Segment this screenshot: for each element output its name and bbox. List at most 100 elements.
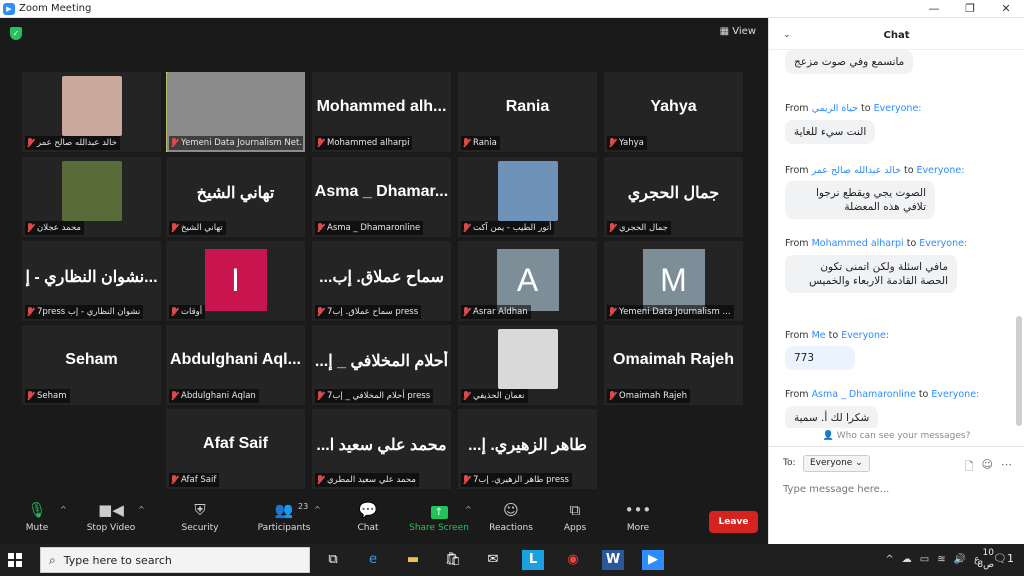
mail-icon[interactable]: ✉: [482, 550, 504, 570]
view-button[interactable]: ▦ View: [720, 26, 756, 37]
participant-tile[interactable]: Yemeni Data Journalism Net...: [166, 72, 305, 152]
file-icon[interactable]: 🗋: [965, 458, 974, 477]
participant-tile[interactable]: A Asrar Aldhan: [458, 241, 597, 321]
participant-name-label: Seham: [25, 389, 70, 403]
participant-display-name: Yahya: [650, 98, 697, 115]
participant-tile[interactable]: I أوقات: [166, 241, 305, 321]
chevron-down-icon: ⌄: [855, 458, 863, 468]
cloud-icon[interactable]: ☁: [902, 554, 912, 565]
participant-name-label: نعمان الحذيفي: [461, 389, 528, 403]
participant-tile[interactable]: M Yemeni Data Journalism ...: [604, 241, 743, 321]
zoom-taskbar-icon[interactable]: ▶: [642, 550, 664, 570]
participant-display-name: Seham: [65, 351, 118, 368]
shield-icon: ⛨: [194, 501, 206, 519]
leave-button[interactable]: Leave: [709, 511, 758, 533]
participant-tile[interactable]: نعمان الحذيفي: [458, 325, 597, 405]
chat-message-input[interactable]: Type message here...: [783, 484, 889, 495]
participant-tile[interactable]: تهاني الشيخ تهاني الشيخ: [166, 157, 305, 237]
reactions-button[interactable]: ☺ Reactions: [476, 501, 546, 533]
participants-button[interactable]: 👥 Participants: [249, 501, 319, 533]
edge-icon[interactable]: e: [362, 550, 384, 570]
task-view-icon[interactable]: ⧉: [322, 550, 344, 570]
participant-tile[interactable]: Afaf Saif Afaf Saif: [166, 409, 305, 489]
chat-scrollbar[interactable]: [1016, 316, 1022, 426]
muted-mic-icon: [316, 223, 324, 233]
minimize-button[interactable]: —: [916, 0, 952, 18]
participant-name: Yemeni Data Journalism ...: [619, 307, 731, 317]
taskbar-search[interactable]: ⌕ Type here to search: [40, 547, 310, 573]
window-title: Zoom Meeting: [19, 3, 92, 14]
participant-name: 7أحلام المخلافي _ إب press: [327, 391, 431, 401]
notification-center-icon[interactable]: 🗨1: [993, 552, 1014, 565]
apps-icon: ⧉: [569, 501, 581, 519]
participant-tile[interactable]: ...أحلام المخلافي _ إ 7أحلام المخلافي _ إ…: [312, 325, 451, 405]
participant-tile[interactable]: Yahya Yahya: [604, 72, 743, 152]
participant-tile[interactable]: ...طاهر الزهيري. إ 7طاهر الزهيري. إب pres…: [458, 409, 597, 489]
close-button[interactable]: ✕: [988, 0, 1024, 18]
participant-name-label: 7press نشوان النظاري - إب: [25, 305, 144, 319]
chat-panel: ⌄ Chat مانسمع وفي صوت مزعج From حياة الري…: [768, 18, 1024, 544]
participant-name-label: 7أحلام المخلافي _ إب press: [315, 389, 434, 403]
muted-mic-icon: [26, 307, 34, 317]
participant-tile[interactable]: نشوان النظاري - إ... 7press نشوان النظاري…: [22, 241, 161, 321]
participant-name-label: تهاني الشيخ: [169, 221, 226, 235]
participant-tile[interactable]: Abdulghani Aql... Abdulghani Aqlan: [166, 325, 305, 405]
participant-tile[interactable]: أنور الطيب - يمن آكت: [458, 157, 597, 237]
participant-tile[interactable]: محمد عجلان: [22, 157, 161, 237]
network-icon[interactable]: ▭: [920, 554, 929, 565]
video-options-caret[interactable]: ^: [138, 505, 145, 514]
who-can-see-link[interactable]: 👤 Who can see your messages?: [769, 431, 1024, 441]
zoom-logo-icon: ▶: [3, 2, 15, 15]
chat-sender[interactable]: Me: [812, 330, 826, 341]
maximize-button[interactable]: ❐: [952, 0, 988, 18]
participant-tile[interactable]: Rania Rania: [458, 72, 597, 152]
security-button[interactable]: ⛨ Security: [165, 501, 235, 533]
participant-name-label: محمد علي سعيد المطري: [315, 473, 419, 487]
more-dots-icon[interactable]: ⋯: [1001, 458, 1012, 477]
word-icon[interactable]: W: [602, 550, 624, 570]
chrome-icon[interactable]: ◉: [562, 550, 584, 570]
mute-options-caret[interactable]: ^: [60, 505, 67, 514]
store-icon[interactable]: 🛍: [442, 550, 464, 570]
participant-tile[interactable]: Asma _ Dhamar... Asma _ Dhamaronline: [312, 157, 451, 237]
participant-name-label: Afaf Saif: [169, 473, 220, 487]
encryption-shield-icon[interactable]: ✓: [10, 27, 22, 40]
participant-display-name: Mohammed alh...: [316, 98, 447, 115]
participant-display-name: Omaimah Rajeh: [613, 351, 734, 368]
chat-sender[interactable]: Mohammed alharpi: [812, 238, 904, 249]
participant-tile[interactable]: جمال الحجري جمال الحجري: [604, 157, 743, 237]
chat-message-bubble: الصوت يجي ويقطع نرجوا تلافي هذه المعضلة: [785, 181, 935, 219]
share-options-caret[interactable]: ^: [465, 505, 472, 514]
recipient-select[interactable]: Everyone ⌄: [803, 455, 870, 472]
windows-start-icon[interactable]: [8, 553, 22, 567]
participant-tile[interactable]: Omaimah Rajeh Omaimah Rajeh: [604, 325, 743, 405]
participant-name: نعمان الحذيفي: [473, 391, 525, 401]
tray-chevron-icon[interactable]: ^: [885, 554, 893, 565]
chat-sender[interactable]: خالد عبدالله صالح عمر: [812, 165, 901, 176]
participant-display-name: ...محمد علي سعيد ا: [316, 437, 447, 454]
chat-bubble-icon: 💬: [358, 501, 378, 519]
share-screen-button[interactable]: ↑ Share Screen: [404, 501, 474, 533]
chat-button[interactable]: 💬 Chat: [333, 501, 403, 533]
participant-tile[interactable]: ...سماح عملاق. إب 7سماح عملاق. إب press: [312, 241, 451, 321]
participant-name-label: أنور الطيب - يمن آكت: [461, 221, 555, 235]
participant-tile[interactable]: Mohammed alh... Mohammed alharpi: [312, 72, 451, 152]
stop-video-button[interactable]: ■◀ Stop Video: [76, 501, 146, 533]
clock[interactable]: 10 8ص: [977, 547, 994, 571]
chat-sender[interactable]: حياة الريمي: [812, 103, 858, 114]
participant-display-name: ...طاهر الزهيري. إ: [468, 437, 587, 454]
more-button[interactable]: ••• More: [603, 501, 673, 533]
muted-mic-icon: [26, 391, 34, 401]
apps-button[interactable]: ⧉ Apps: [540, 501, 610, 533]
participants-options-caret[interactable]: ^: [314, 505, 321, 514]
participant-name: محمد عجلان: [37, 223, 81, 233]
emoji-icon[interactable]: ☺: [982, 458, 993, 477]
participant-tile[interactable]: خالد عبدالله صالح عمر: [22, 72, 161, 152]
participant-tile[interactable]: Seham Seham: [22, 325, 161, 405]
chat-sender[interactable]: Asma _ Dhamaronline: [812, 389, 916, 400]
wifi-icon[interactable]: ≋: [937, 554, 945, 565]
l-app-icon[interactable]: L: [522, 550, 544, 570]
participant-tile[interactable]: ...محمد علي سعيد ا محمد علي سعيد المطري: [312, 409, 451, 489]
file-explorer-icon[interactable]: ▬: [402, 550, 424, 570]
speaker-icon[interactable]: 🔊: [954, 554, 966, 565]
